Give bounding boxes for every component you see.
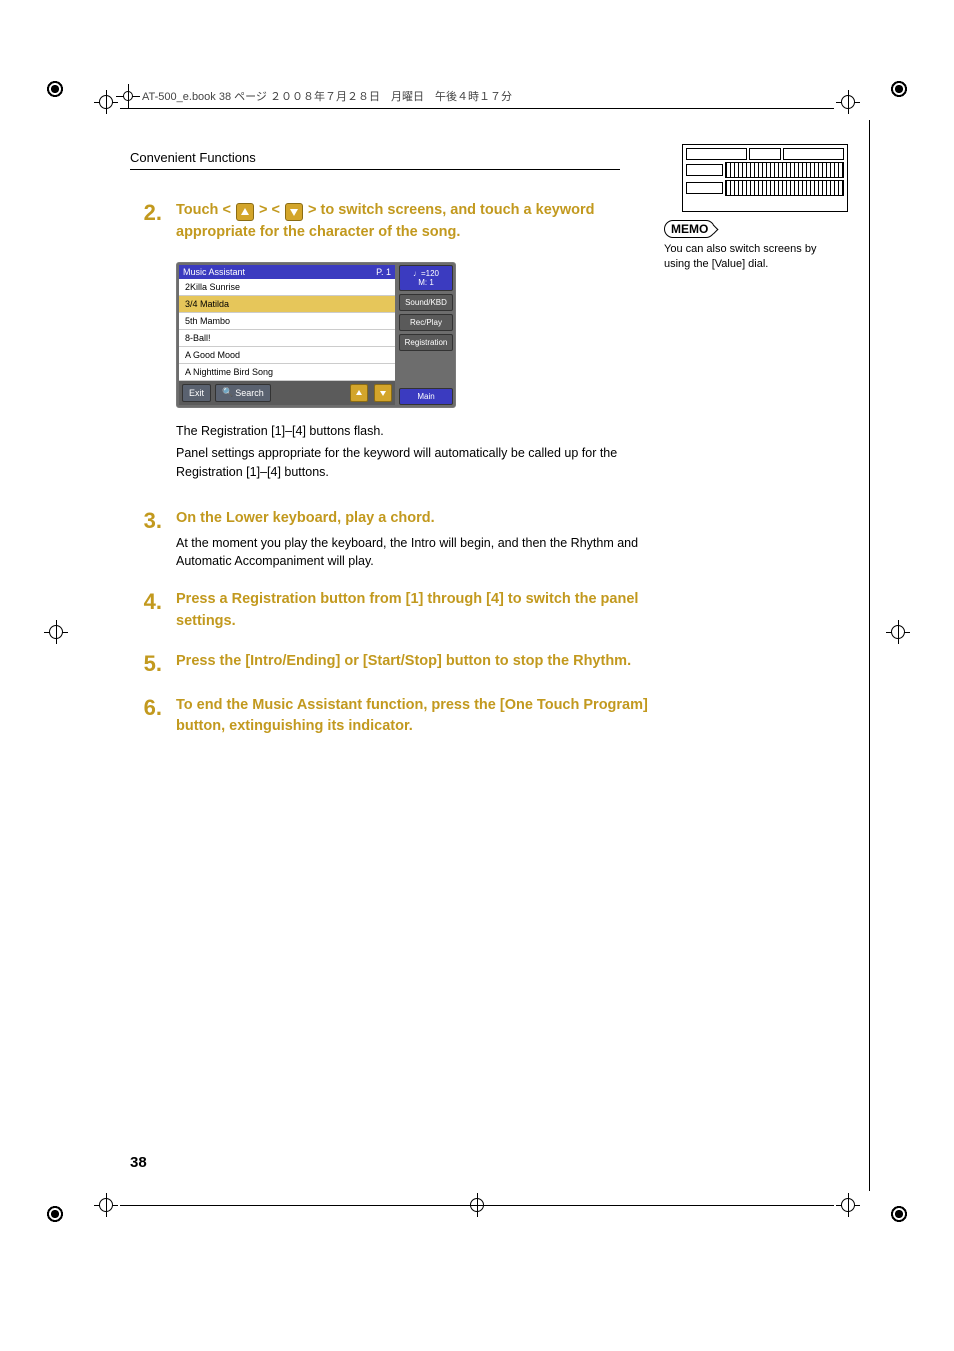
list-item[interactable]: A Good Mood <box>179 347 395 364</box>
step-6: 6. To end the Music Assistant function, … <box>130 695 650 739</box>
crosshair-icon <box>836 1193 860 1217</box>
memo-block: MEMO You can also switch screens by usin… <box>664 220 844 273</box>
section-rule <box>130 169 620 170</box>
memo-text: You can also switch screens by using the… <box>664 242 844 273</box>
step-heading: Press the [Intro/Ending] or [Start/Stop]… <box>176 651 650 673</box>
crosshair-icon <box>836 90 860 114</box>
trim-line <box>120 1205 834 1206</box>
up-arrow-button[interactable] <box>350 384 368 402</box>
crosshair-icon <box>44 620 68 644</box>
registration-mark <box>44 1203 66 1225</box>
step-heading: On the Lower keyboard, play a chord. <box>176 508 650 530</box>
crosshair-icon <box>94 90 118 114</box>
magnify-icon: 🔍 <box>222 387 233 398</box>
search-button[interactable]: 🔍 Search <box>215 384 271 402</box>
trim-line <box>120 108 834 109</box>
ss-title: Music Assistant <box>183 267 245 277</box>
step-2: 2. Touch < > < > to switch screens, and … <box>130 200 650 244</box>
step-4: 4. Press a Registration button from [1] … <box>130 589 650 633</box>
list-item-selected[interactable]: 3/4 Matilda <box>179 296 395 313</box>
down-arrow-button[interactable] <box>374 384 392 402</box>
tab-sound-kbd[interactable]: Sound/KBD <box>399 294 453 311</box>
step-number: 2. <box>130 200 162 244</box>
list-item[interactable]: A Nighttime Bird Song <box>179 364 395 381</box>
step-heading: Press a Registration button from [1] thr… <box>176 589 650 633</box>
registration-mark <box>888 1203 910 1225</box>
step-paragraph: At the moment you play the keyboard, the… <box>176 534 650 572</box>
tab-registration[interactable]: Registration <box>399 334 453 351</box>
trim-line <box>869 120 870 1191</box>
step-heading: Touch < > < > to switch screens, and tou… <box>176 200 650 244</box>
down-arrow-icon <box>285 203 303 221</box>
header-text: AT-500_e.book 38 ページ ２００８年７月２８日 月曜日 午後４時… <box>142 88 512 104</box>
step-paragraph: The Registration [1]–[4] buttons flash. <box>176 422 650 441</box>
ss-page: P. 1 <box>376 267 391 277</box>
organ-panel-diagram <box>682 144 848 212</box>
memo-label: MEMO <box>664 220 715 238</box>
exit-button[interactable]: Exit <box>182 384 211 402</box>
music-assistant-screenshot: Music Assistant P. 1 2Killa Sunrise 3/4 … <box>176 262 456 408</box>
registration-mark <box>888 78 910 100</box>
step-5: 5. Press the [Intro/Ending] or [Start/St… <box>130 651 650 677</box>
section-title: Convenient Functions <box>130 150 650 165</box>
tempo-display: ♩=120 M: 1 <box>399 265 453 291</box>
step-number: 3. <box>130 508 162 571</box>
step-3: 3. On the Lower keyboard, play a chord. … <box>130 508 650 571</box>
list-item[interactable]: 2Killa Sunrise <box>179 279 395 296</box>
step-number: 5. <box>130 651 162 677</box>
up-arrow-icon <box>236 203 254 221</box>
page-number: 38 <box>130 1154 147 1171</box>
step-number: 4. <box>130 589 162 633</box>
crosshair-icon <box>886 620 910 644</box>
list-item[interactable]: 8-Ball! <box>179 330 395 347</box>
list-item[interactable]: 5th Mambo <box>179 313 395 330</box>
tab-main[interactable]: Main <box>399 388 453 405</box>
registration-mark <box>44 78 66 100</box>
step-number: 6. <box>130 695 162 739</box>
tab-rec-play[interactable]: Rec/Play <box>399 314 453 331</box>
book-header: AT-500_e.book 38 ページ ２００８年７月２８日 月曜日 午後４時… <box>120 88 512 104</box>
step-paragraph: Panel settings appropriate for the keywo… <box>176 444 650 482</box>
crosshair-icon <box>94 1193 118 1217</box>
step-heading: To end the Music Assistant function, pre… <box>176 695 650 739</box>
